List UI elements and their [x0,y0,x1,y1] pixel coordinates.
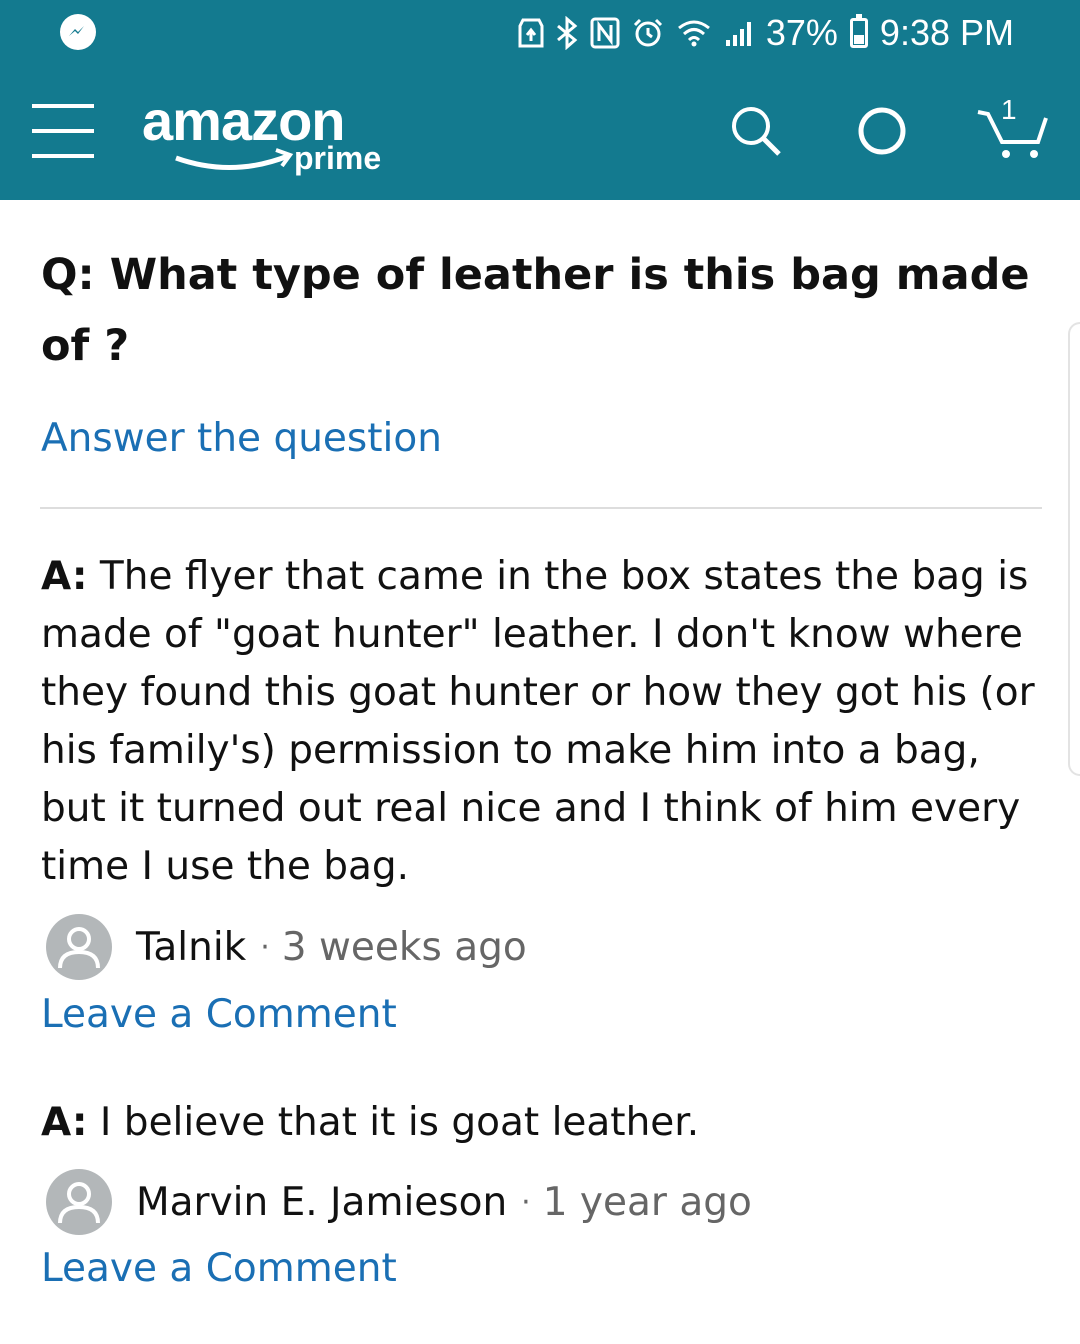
nav-bar: amazon prime 1 [0,66,1080,200]
byline-separator: · [260,929,270,965]
answer-body: The flyer that came in the box states th… [41,554,1035,889]
question-text: Q: What type of leather is this bag made… [41,250,1030,371]
leave-comment-link[interactable]: Leave a Comment [41,992,397,1037]
avatar [46,1169,112,1235]
battery-fill [853,35,864,44]
battery-icon [849,14,868,48]
amazon-prime-logo[interactable]: amazon prime [142,88,412,188]
answer-text: A: I believe that it is goat leather. [41,1094,1051,1152]
answer-body: I believe that it is goat leather. [87,1100,700,1145]
signal-icon [724,18,754,48]
logo-sub: prime [294,140,382,176]
search-icon[interactable] [724,96,788,166]
wifi-icon [676,18,712,48]
author-name[interactable]: Marvin E. Jamieson [136,1180,507,1225]
status-bar: 37% 9:38 PM [0,0,1080,66]
divider [40,507,1042,509]
answer-question-link[interactable]: Answer the question [41,416,442,461]
avatar [46,914,112,980]
alexa-icon[interactable] [850,96,914,166]
leave-comment-link[interactable]: Leave a Comment [41,1246,397,1291]
author-name[interactable]: Talnik [136,925,246,970]
messenger-icon [60,14,96,50]
app-header: 37% 9:38 PM amazon prime 1 [0,0,1080,200]
recycle-icon [518,17,544,49]
byline-separator: · [521,1184,531,1220]
answer-prefix: A: [41,1100,88,1145]
clock: 9:38 PM [879,12,1014,53]
battery-percent: 37% [765,12,838,53]
status-icons: 37% 9:38 PM [518,10,1014,56]
scroll-handle[interactable] [1068,322,1080,776]
answer-prefix: A: [41,554,88,599]
answer-date: 3 weeks ago [281,924,527,970]
answer-byline: Marvin E. Jamieson · 1 year ago [46,1167,752,1237]
answer-text: A: The flyer that came in the box states… [41,548,1051,896]
nfc-icon [590,17,620,49]
cart-count: 1 [1001,94,1017,125]
answer-byline: Talnik · 3 weeks ago [46,912,527,982]
answer-date: 1 year ago [542,1179,752,1225]
cart-icon[interactable]: 1 [974,94,1054,166]
bluetooth-icon [556,16,578,50]
alarm-icon [632,17,664,49]
hamburger-menu-icon[interactable] [32,104,94,160]
